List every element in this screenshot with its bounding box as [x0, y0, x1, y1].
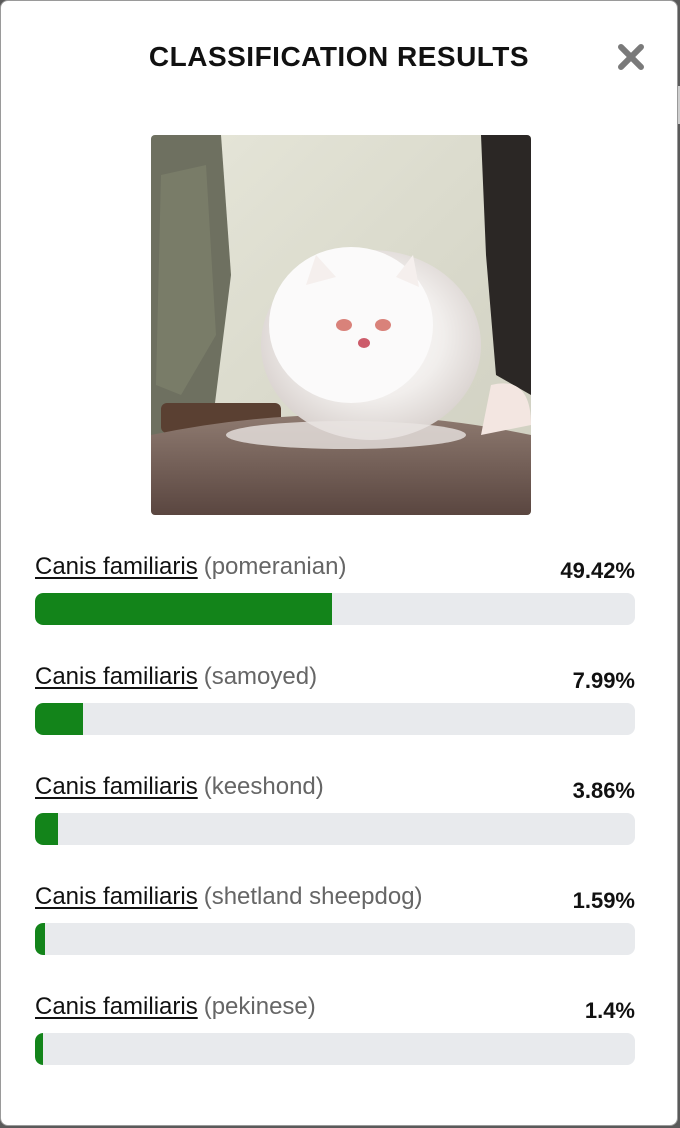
breed-label: (samoyed) [203, 663, 318, 690]
classified-image [151, 135, 531, 515]
species-link[interactable]: Canis familiaris [35, 773, 198, 800]
result-row: Canis familiaris (shetland sheepdog) 1.59… [35, 877, 635, 987]
breed-label: (keeshond) [203, 773, 324, 800]
confidence-bar [35, 1033, 635, 1065]
percent-label: 7.99% [572, 668, 635, 693]
species-link[interactable]: Canis familiaris [35, 883, 198, 910]
confidence-bar [35, 923, 635, 955]
close-x-icon [618, 44, 644, 70]
result-row: Canis familiaris (samoyed) 7.99% [35, 657, 635, 767]
species-link[interactable]: Canis familiaris [35, 993, 198, 1020]
results-list: Canis familiaris (pomeranian) 49.42% Cani… [35, 547, 635, 1097]
cat-photo [151, 135, 531, 515]
modal-header: CLASSIFICATION RESULTS [1, 37, 677, 77]
result-header: Canis familiaris (pomeranian) 49.42% [35, 547, 635, 587]
result-header: Canis familiaris (samoyed) 7.99% [35, 657, 635, 697]
result-header: Canis familiaris (shetland sheepdog) 1.59… [35, 877, 635, 917]
result-row: Canis familiaris (keeshond) 3.86% [35, 767, 635, 877]
confidence-bar-fill [35, 1033, 44, 1065]
confidence-bar [35, 703, 635, 735]
modal-title: CLASSIFICATION RESULTS [148, 41, 530, 72]
result-header: Canis familiaris (pekinese) 1.4% [35, 987, 635, 1027]
result-row: Canis familiaris (pomeranian) 49.42% [35, 547, 635, 657]
percent-label: 49.42% [560, 558, 635, 583]
close-button[interactable] [617, 43, 645, 71]
result-header: Canis familiaris (keeshond) 3.86% [35, 767, 635, 807]
confidence-bar [35, 813, 635, 845]
species-link[interactable]: Canis familiaris [35, 663, 198, 690]
result-row: Canis familiaris (pekinese) 1.4% [35, 987, 635, 1097]
breed-label: (shetland sheepdog) [203, 883, 423, 910]
classification-modal: CLASSIFICATION RESULTS Canis familiaris … [0, 0, 678, 1126]
confidence-bar-fill [35, 703, 83, 735]
percent-label: 1.59% [572, 888, 635, 913]
breed-label: (pomeranian) [203, 553, 347, 580]
confidence-bar-fill [35, 593, 332, 625]
percent-label: 3.86% [572, 778, 635, 803]
confidence-bar-fill [35, 813, 59, 845]
confidence-bar [35, 593, 635, 625]
percent-label: 1.4% [584, 998, 635, 1023]
breed-label: (pekinese) [203, 993, 316, 1020]
species-link[interactable]: Canis familiaris [35, 553, 198, 580]
confidence-bar-fill [35, 923, 45, 955]
